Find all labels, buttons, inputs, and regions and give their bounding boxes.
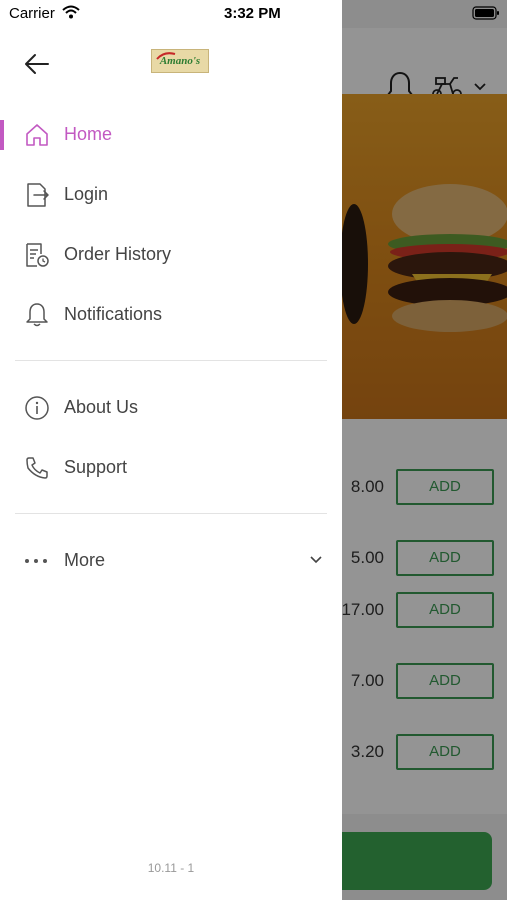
login-icon xyxy=(27,183,49,207)
back-arrow-icon[interactable] xyxy=(22,50,52,78)
more-dots-icon xyxy=(25,559,47,563)
menu-item-login[interactable]: Login xyxy=(0,170,342,220)
active-indicator xyxy=(0,120,4,150)
logo-swoosh-icon xyxy=(156,52,176,60)
chevron-down-icon[interactable] xyxy=(308,554,324,566)
menu-item-notifications[interactable]: Notifications xyxy=(0,290,342,340)
battery-icon xyxy=(472,6,499,20)
menu-item-more[interactable]: More xyxy=(0,536,342,586)
app-version: 10.11 - 1 xyxy=(147,861,195,875)
drawer-overlay[interactable] xyxy=(342,0,507,900)
menu-label: About Us xyxy=(64,397,139,417)
info-icon xyxy=(25,396,49,420)
menu-item-support[interactable]: Support xyxy=(0,443,342,493)
status-bar: Carrier 3:32 PM xyxy=(0,0,507,28)
bell-icon xyxy=(26,303,48,327)
menu-label: Order History xyxy=(64,244,172,264)
home-icon xyxy=(26,124,48,146)
clock: 3:32 PM xyxy=(224,5,281,22)
menu-item-about-us[interactable]: About Us xyxy=(0,383,342,433)
menu-label: Home xyxy=(64,124,113,144)
navigation-drawer: Amano's Home Login Order History Notific… xyxy=(0,0,342,900)
divider xyxy=(15,513,327,514)
menu-label: Login xyxy=(64,184,109,204)
menu-item-home[interactable]: Home xyxy=(0,110,342,160)
wifi-icon xyxy=(62,5,80,19)
order-history-icon xyxy=(26,243,49,267)
menu-label: Support xyxy=(64,457,128,477)
menu-item-order-history[interactable]: Order History xyxy=(0,230,342,280)
divider xyxy=(15,360,327,361)
brand-logo: Amano's xyxy=(151,49,209,73)
carrier-label: Carrier xyxy=(9,5,55,22)
menu-label: Notifications xyxy=(64,304,163,324)
menu-label: More xyxy=(64,550,106,570)
phone-icon xyxy=(26,457,48,479)
